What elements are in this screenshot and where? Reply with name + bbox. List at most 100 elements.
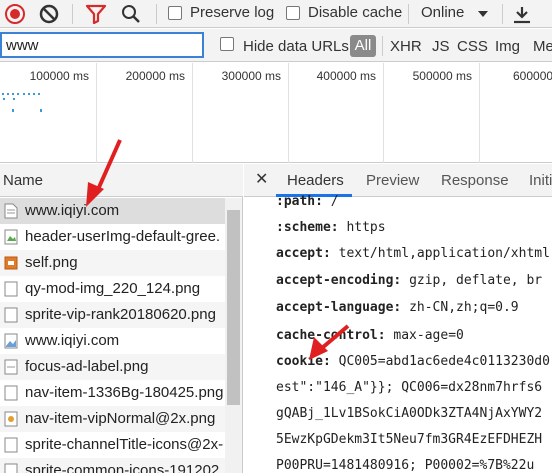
timeline-bar bbox=[28, 93, 30, 95]
tab-headers[interactable]: Headers bbox=[287, 172, 344, 189]
header-line: accept: text/html,application/xhtml bbox=[276, 246, 550, 261]
image-file-icon bbox=[4, 437, 18, 453]
chevron-down-icon bbox=[478, 11, 488, 17]
request-name: sprite-common-icons-191202 bbox=[25, 462, 220, 473]
hide-data-urls-checkbox[interactable] bbox=[220, 37, 234, 51]
header-name: accept-encoding: bbox=[276, 273, 402, 288]
timeline-overview[interactable]: 100000 ms 200000 ms 300000 ms 400000 ms … bbox=[0, 63, 552, 163]
disable-cache-checkbox[interactable] bbox=[286, 6, 300, 20]
timeline-tick-label: 300000 ms bbox=[221, 69, 281, 83]
request-row[interactable]: qy-mod-img_220_124.png bbox=[0, 276, 225, 302]
grid-line bbox=[479, 63, 480, 163]
timeline-tick-label: 400000 ms bbox=[316, 69, 376, 83]
request-row[interactable]: focus-ad-label.png bbox=[0, 354, 225, 380]
request-name: sprite-vip-rank20180620.png bbox=[25, 306, 216, 323]
image-file-icon bbox=[4, 256, 18, 270]
image-file-icon bbox=[4, 333, 18, 349]
header-line: :path: / bbox=[276, 194, 339, 209]
header-name: cache-control: bbox=[276, 328, 386, 343]
request-row[interactable]: www.iqiyi.com bbox=[0, 328, 225, 354]
filter-icon[interactable] bbox=[85, 4, 107, 24]
timeline-bar bbox=[40, 109, 42, 112]
tab-initiator[interactable]: Initi bbox=[529, 172, 552, 189]
tab-response[interactable]: Response bbox=[441, 172, 509, 189]
header-name: :scheme: bbox=[276, 220, 339, 235]
filter-type-img[interactable]: Img bbox=[495, 38, 520, 55]
image-file-icon bbox=[4, 281, 18, 297]
header-line: :scheme: https bbox=[276, 220, 386, 235]
request-name: sprite-channelTitle-icons@2x- bbox=[25, 436, 224, 453]
timeline-bar bbox=[17, 93, 19, 95]
name-column-header[interactable]: Name bbox=[0, 164, 243, 197]
toolbar-divider bbox=[72, 4, 73, 24]
scrollbar-thumb[interactable] bbox=[227, 210, 240, 405]
tab-preview[interactable]: Preview bbox=[366, 172, 419, 189]
timeline-bar bbox=[12, 109, 14, 112]
timeline-tick-label: 200000 ms bbox=[125, 69, 185, 83]
filter-type-js[interactable]: JS bbox=[432, 38, 450, 55]
header-value: / bbox=[330, 194, 339, 209]
toolbar-divider bbox=[502, 4, 503, 24]
header-value: https bbox=[346, 220, 386, 235]
request-name: self.png bbox=[25, 254, 78, 271]
timeline-bar bbox=[12, 93, 14, 95]
timeline-bar bbox=[7, 93, 9, 95]
preserve-log-checkbox[interactable] bbox=[168, 6, 182, 20]
filter-input[interactable] bbox=[0, 32, 204, 58]
request-name: www.iqiyi.com bbox=[25, 332, 120, 349]
image-file-icon bbox=[4, 411, 18, 427]
toolbar-divider bbox=[408, 4, 409, 24]
filter-bar: Hide data URLs All XHR JS CSS Img Me bbox=[0, 29, 552, 62]
image-file-icon bbox=[4, 385, 18, 401]
filter-type-media[interactable]: Me bbox=[533, 38, 552, 55]
clear-icon[interactable] bbox=[38, 3, 60, 25]
request-details: ✕ Headers Preview Response Initi :path: … bbox=[244, 164, 552, 473]
request-row[interactable]: header-userImg-default-gree. bbox=[0, 224, 225, 250]
document-icon bbox=[4, 203, 18, 219]
hide-data-urls-label: Hide data URLs bbox=[243, 38, 349, 55]
request-row[interactable]: sprite-channelTitle-icons@2x- bbox=[0, 432, 225, 458]
toolbar-divider bbox=[156, 4, 157, 24]
throttling-select[interactable]: Online bbox=[421, 4, 464, 21]
search-icon[interactable] bbox=[120, 3, 142, 25]
filter-divider bbox=[382, 36, 383, 56]
header-value: max-age=0 bbox=[393, 328, 464, 343]
request-name: focus-ad-label.png bbox=[25, 358, 149, 375]
request-list: Name www.iqiyi.com header-userImg-defaul… bbox=[0, 164, 243, 473]
image-file-icon bbox=[4, 463, 18, 473]
timeline-tick-label: 500000 ms bbox=[412, 69, 472, 83]
request-row[interactable]: www.iqiyi.com bbox=[0, 198, 225, 224]
close-icon[interactable]: ✕ bbox=[255, 169, 268, 189]
request-name: nav-item-1336Bg-180425.png bbox=[25, 384, 224, 401]
timeline-tick-label: 100000 ms bbox=[29, 69, 89, 83]
image-file-icon bbox=[4, 307, 18, 323]
request-list-scrollbar[interactable] bbox=[225, 198, 242, 473]
timeline-bar bbox=[3, 98, 5, 100]
header-name: cookie: bbox=[276, 354, 331, 369]
import-icon[interactable] bbox=[512, 6, 532, 24]
request-row[interactable]: self.png bbox=[0, 250, 225, 276]
image-file-icon bbox=[4, 359, 18, 375]
preserve-log-label: Preserve log bbox=[190, 4, 275, 21]
header-name: accept-language: bbox=[276, 300, 402, 315]
disable-cache-label: Disable cache bbox=[308, 4, 403, 21]
header-value: zh-CN,zh;q=0.9 bbox=[409, 300, 519, 315]
filter-type-all[interactable]: All bbox=[350, 35, 376, 57]
filter-type-css[interactable]: CSS bbox=[457, 38, 488, 55]
cookie-continuation: gQABj_1Lv1BSokCiA0ODk3ZTA4NjAxYWY2 bbox=[276, 406, 543, 421]
header-line: accept-language: zh-CN,zh;q=0.9 bbox=[276, 300, 519, 315]
header-line: accept-encoding: gzip, deflate, br bbox=[276, 273, 542, 288]
timeline-bar bbox=[2, 93, 4, 95]
request-row[interactable]: nav-item-1336Bg-180425.png bbox=[0, 380, 225, 406]
request-row[interactable]: sprite-vip-rank20180620.png bbox=[0, 302, 225, 328]
cookie-continuation: P00PRU=1481480916; P00002=%7B%22u bbox=[276, 458, 535, 473]
request-name: header-userImg-default-gree. bbox=[25, 228, 221, 245]
cookie-continuation: 5EwzKpGDekm3It5Neu7fm3GR4EzEFDHEZH bbox=[276, 432, 543, 447]
request-row[interactable]: sprite-common-icons-191202 bbox=[0, 458, 225, 473]
header-line: cookie: QC005=abd1ac6ede4c0113230d0 bbox=[276, 354, 550, 369]
record-button[interactable] bbox=[5, 4, 25, 24]
filter-type-xhr[interactable]: XHR bbox=[390, 38, 422, 55]
timeline-bar bbox=[38, 93, 40, 95]
header-line: cache-control: max-age=0 bbox=[276, 328, 464, 343]
request-row[interactable]: nav-item-vipNormal@2x.png bbox=[0, 406, 225, 432]
